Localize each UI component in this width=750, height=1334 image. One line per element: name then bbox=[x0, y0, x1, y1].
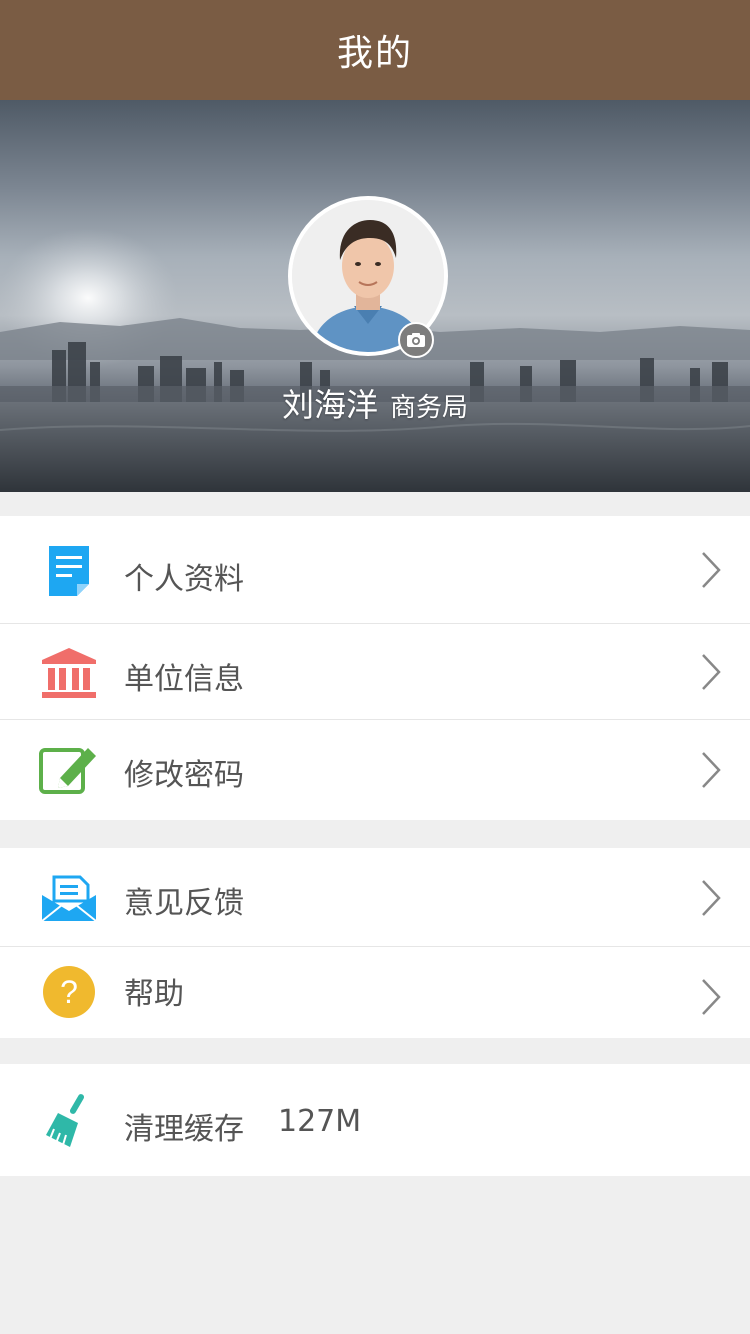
menu-label-profile: 个人资料 bbox=[124, 562, 244, 597]
menu-label-feedback: 意见反馈 bbox=[124, 886, 244, 921]
nav-header: 我的 bbox=[0, 0, 750, 100]
profile-banner: 刘海洋 商务局 bbox=[0, 100, 750, 492]
menu-label-help: 帮助 bbox=[124, 977, 184, 1012]
chevron-right-icon bbox=[702, 880, 721, 916]
menu-item-profile[interactable]: 个人资料 bbox=[0, 516, 750, 624]
edit-icon bbox=[38, 738, 100, 800]
avatar-container[interactable] bbox=[288, 196, 448, 358]
page-title: 我的 bbox=[336, 33, 413, 74]
menu-label-change-password: 修改密码 bbox=[124, 758, 244, 793]
broom-icon bbox=[38, 1090, 100, 1152]
user-info: 刘海洋 商务局 bbox=[0, 380, 750, 426]
menu-label-clear-cache: 清理缓存 bbox=[124, 1112, 244, 1147]
chevron-right-icon bbox=[702, 979, 721, 1015]
menu-item-clear-cache[interactable]: 清理缓存 127M bbox=[0, 1064, 750, 1176]
menu-group-account: 个人资料 单位信息 修改密码 bbox=[0, 516, 750, 820]
chevron-right-icon bbox=[702, 552, 721, 588]
bank-icon bbox=[38, 642, 100, 704]
chevron-right-icon bbox=[702, 752, 721, 788]
question-icon: ? bbox=[38, 961, 100, 1023]
user-name: 刘海洋 bbox=[281, 386, 378, 424]
user-department: 商务局 bbox=[390, 393, 469, 423]
profile-page: 我的 刘海洋 商务局 个人资料 单位信息 修改密码 意见反馈 ? 帮助 清理缓存… bbox=[0, 0, 750, 1334]
menu-group-cache: 清理缓存 127M bbox=[0, 1064, 750, 1176]
menu-label-organization: 单位信息 bbox=[124, 662, 244, 697]
menu-group-support: 意见反馈 ? 帮助 bbox=[0, 848, 750, 1038]
menu-item-feedback[interactable]: 意见反馈 bbox=[0, 848, 750, 947]
svg-text:?: ? bbox=[60, 974, 78, 1010]
cache-size: 127M bbox=[278, 1104, 362, 1139]
chevron-right-icon bbox=[702, 654, 721, 690]
menu-item-help[interactable]: ? 帮助 bbox=[0, 947, 750, 1038]
menu-item-organization[interactable]: 单位信息 bbox=[0, 624, 750, 720]
mail-icon bbox=[38, 868, 100, 930]
menu-item-change-password[interactable]: 修改密码 bbox=[0, 720, 750, 820]
document-icon bbox=[38, 540, 100, 602]
camera-icon[interactable] bbox=[398, 322, 434, 358]
